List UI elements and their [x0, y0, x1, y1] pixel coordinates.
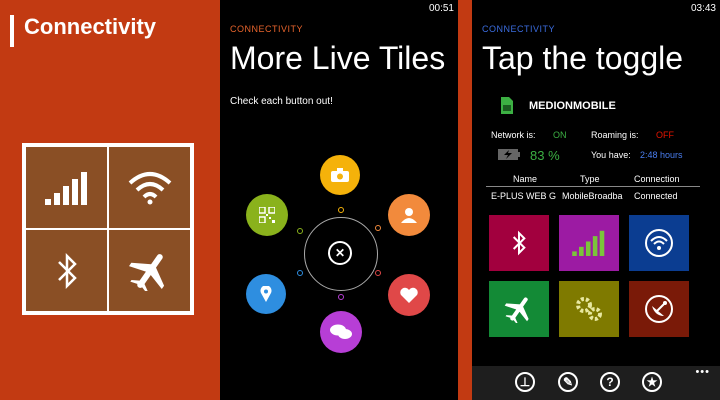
cellular-data-toggle[interactable] — [559, 215, 619, 271]
sim-card-icon — [501, 97, 513, 114]
subtitle: Check each button out! — [230, 96, 333, 107]
help-icon: ? — [606, 375, 614, 389]
bluetooth-tile — [26, 230, 107, 311]
indicator-dot — [375, 270, 381, 276]
location-button[interactable] — [246, 274, 286, 314]
settings-toggle[interactable] — [559, 281, 619, 337]
indicator-dot — [297, 228, 303, 234]
chat-icon — [330, 324, 352, 339]
network-status[interactable]: ON — [553, 130, 567, 140]
favorite-button[interactable] — [388, 274, 430, 316]
satellite-toggle[interactable] — [629, 281, 689, 337]
airplane-icon — [128, 253, 164, 291]
status-clock: 03:43 — [690, 3, 716, 14]
pin-button[interactable]: ⊥ — [515, 372, 535, 392]
help-button[interactable]: ? — [600, 372, 620, 392]
qr-button[interactable] — [246, 194, 288, 236]
phone-screen-toggles: 03:43 CONNECTIVITY Tap the toggle MEDION… — [472, 0, 720, 400]
edit-button[interactable]: ✎ — [558, 372, 578, 392]
network-label: Network is: — [491, 130, 536, 140]
star-icon: ★ — [646, 375, 658, 389]
airplane-tile — [109, 230, 190, 311]
wifi-icon — [128, 171, 171, 204]
application-bar: ⊥ ✎ ? ★ ••• — [472, 366, 720, 400]
airplane-icon — [504, 297, 529, 323]
battery-percent: 83 % — [530, 148, 560, 163]
person-icon — [401, 208, 417, 223]
connection-status: Connected — [634, 191, 678, 201]
time-left-label: You have: — [591, 150, 631, 160]
roaming-label: Roaming is: — [591, 130, 639, 140]
promo-panel: Connectivity — [0, 0, 220, 400]
pin-icon: ⊥ — [519, 375, 531, 389]
contact-button[interactable] — [388, 194, 430, 236]
camera-button[interactable] — [320, 155, 360, 195]
camera-icon — [331, 168, 349, 182]
signal-bars-icon — [44, 171, 87, 205]
indicator-dot — [375, 225, 381, 231]
more-menu-button[interactable]: ••• — [695, 366, 710, 378]
app-title: CONNECTIVITY — [482, 24, 556, 34]
indicator-dot — [338, 294, 344, 300]
messaging-button[interactable] — [320, 311, 362, 353]
indicator-dot — [297, 270, 303, 276]
time-left-value: 2:48 hours — [640, 150, 683, 160]
signal-bars-icon — [572, 230, 605, 256]
qr-code-icon — [259, 207, 275, 223]
feature-tile-grid — [22, 143, 194, 315]
promo-title: Connectivity — [24, 14, 157, 39]
table-divider — [486, 186, 700, 187]
favorite-button[interactable]: ★ — [642, 372, 662, 392]
close-button[interactable]: ✕ — [328, 241, 352, 265]
satellite-dish-icon — [645, 295, 673, 323]
bluetooth-icon — [57, 252, 77, 289]
page-title: Tap the toggle — [482, 40, 684, 76]
page-title: More Live Tiles — [230, 40, 446, 76]
close-icon: ✕ — [334, 246, 346, 260]
status-clock: 00:51 — [428, 3, 454, 14]
column-header-connection: Connection — [634, 174, 680, 184]
app-title: CONNECTIVITY — [230, 24, 304, 34]
signal-tile — [26, 147, 107, 228]
pencil-icon: ✎ — [562, 375, 574, 389]
column-header-name: Name — [513, 174, 538, 184]
wifi-toggle[interactable] — [629, 215, 689, 271]
wifi-circle-icon — [645, 229, 673, 257]
connection-type: MobileBroadba — [562, 191, 623, 201]
wifi-tile — [109, 147, 190, 228]
connection-name: E-PLUS WEB G — [491, 191, 557, 201]
map-pin-icon — [260, 286, 272, 302]
roaming-status[interactable]: OFF — [656, 130, 674, 140]
operator-name: MEDIONMOBILE — [529, 100, 616, 112]
bluetooth-toggle[interactable] — [489, 215, 549, 271]
title-accent-bar — [10, 15, 14, 47]
indicator-dot — [338, 207, 344, 213]
phone-screen-live-tiles: 00:51 CONNECTIVITY More Live Tiles Check… — [220, 0, 458, 400]
battery-icon — [498, 149, 520, 160]
heart-icon — [400, 287, 418, 303]
column-header-type: Type — [580, 174, 600, 184]
airplane-mode-toggle[interactable] — [489, 281, 549, 337]
gears-icon — [576, 297, 602, 321]
bluetooth-icon — [512, 230, 526, 256]
